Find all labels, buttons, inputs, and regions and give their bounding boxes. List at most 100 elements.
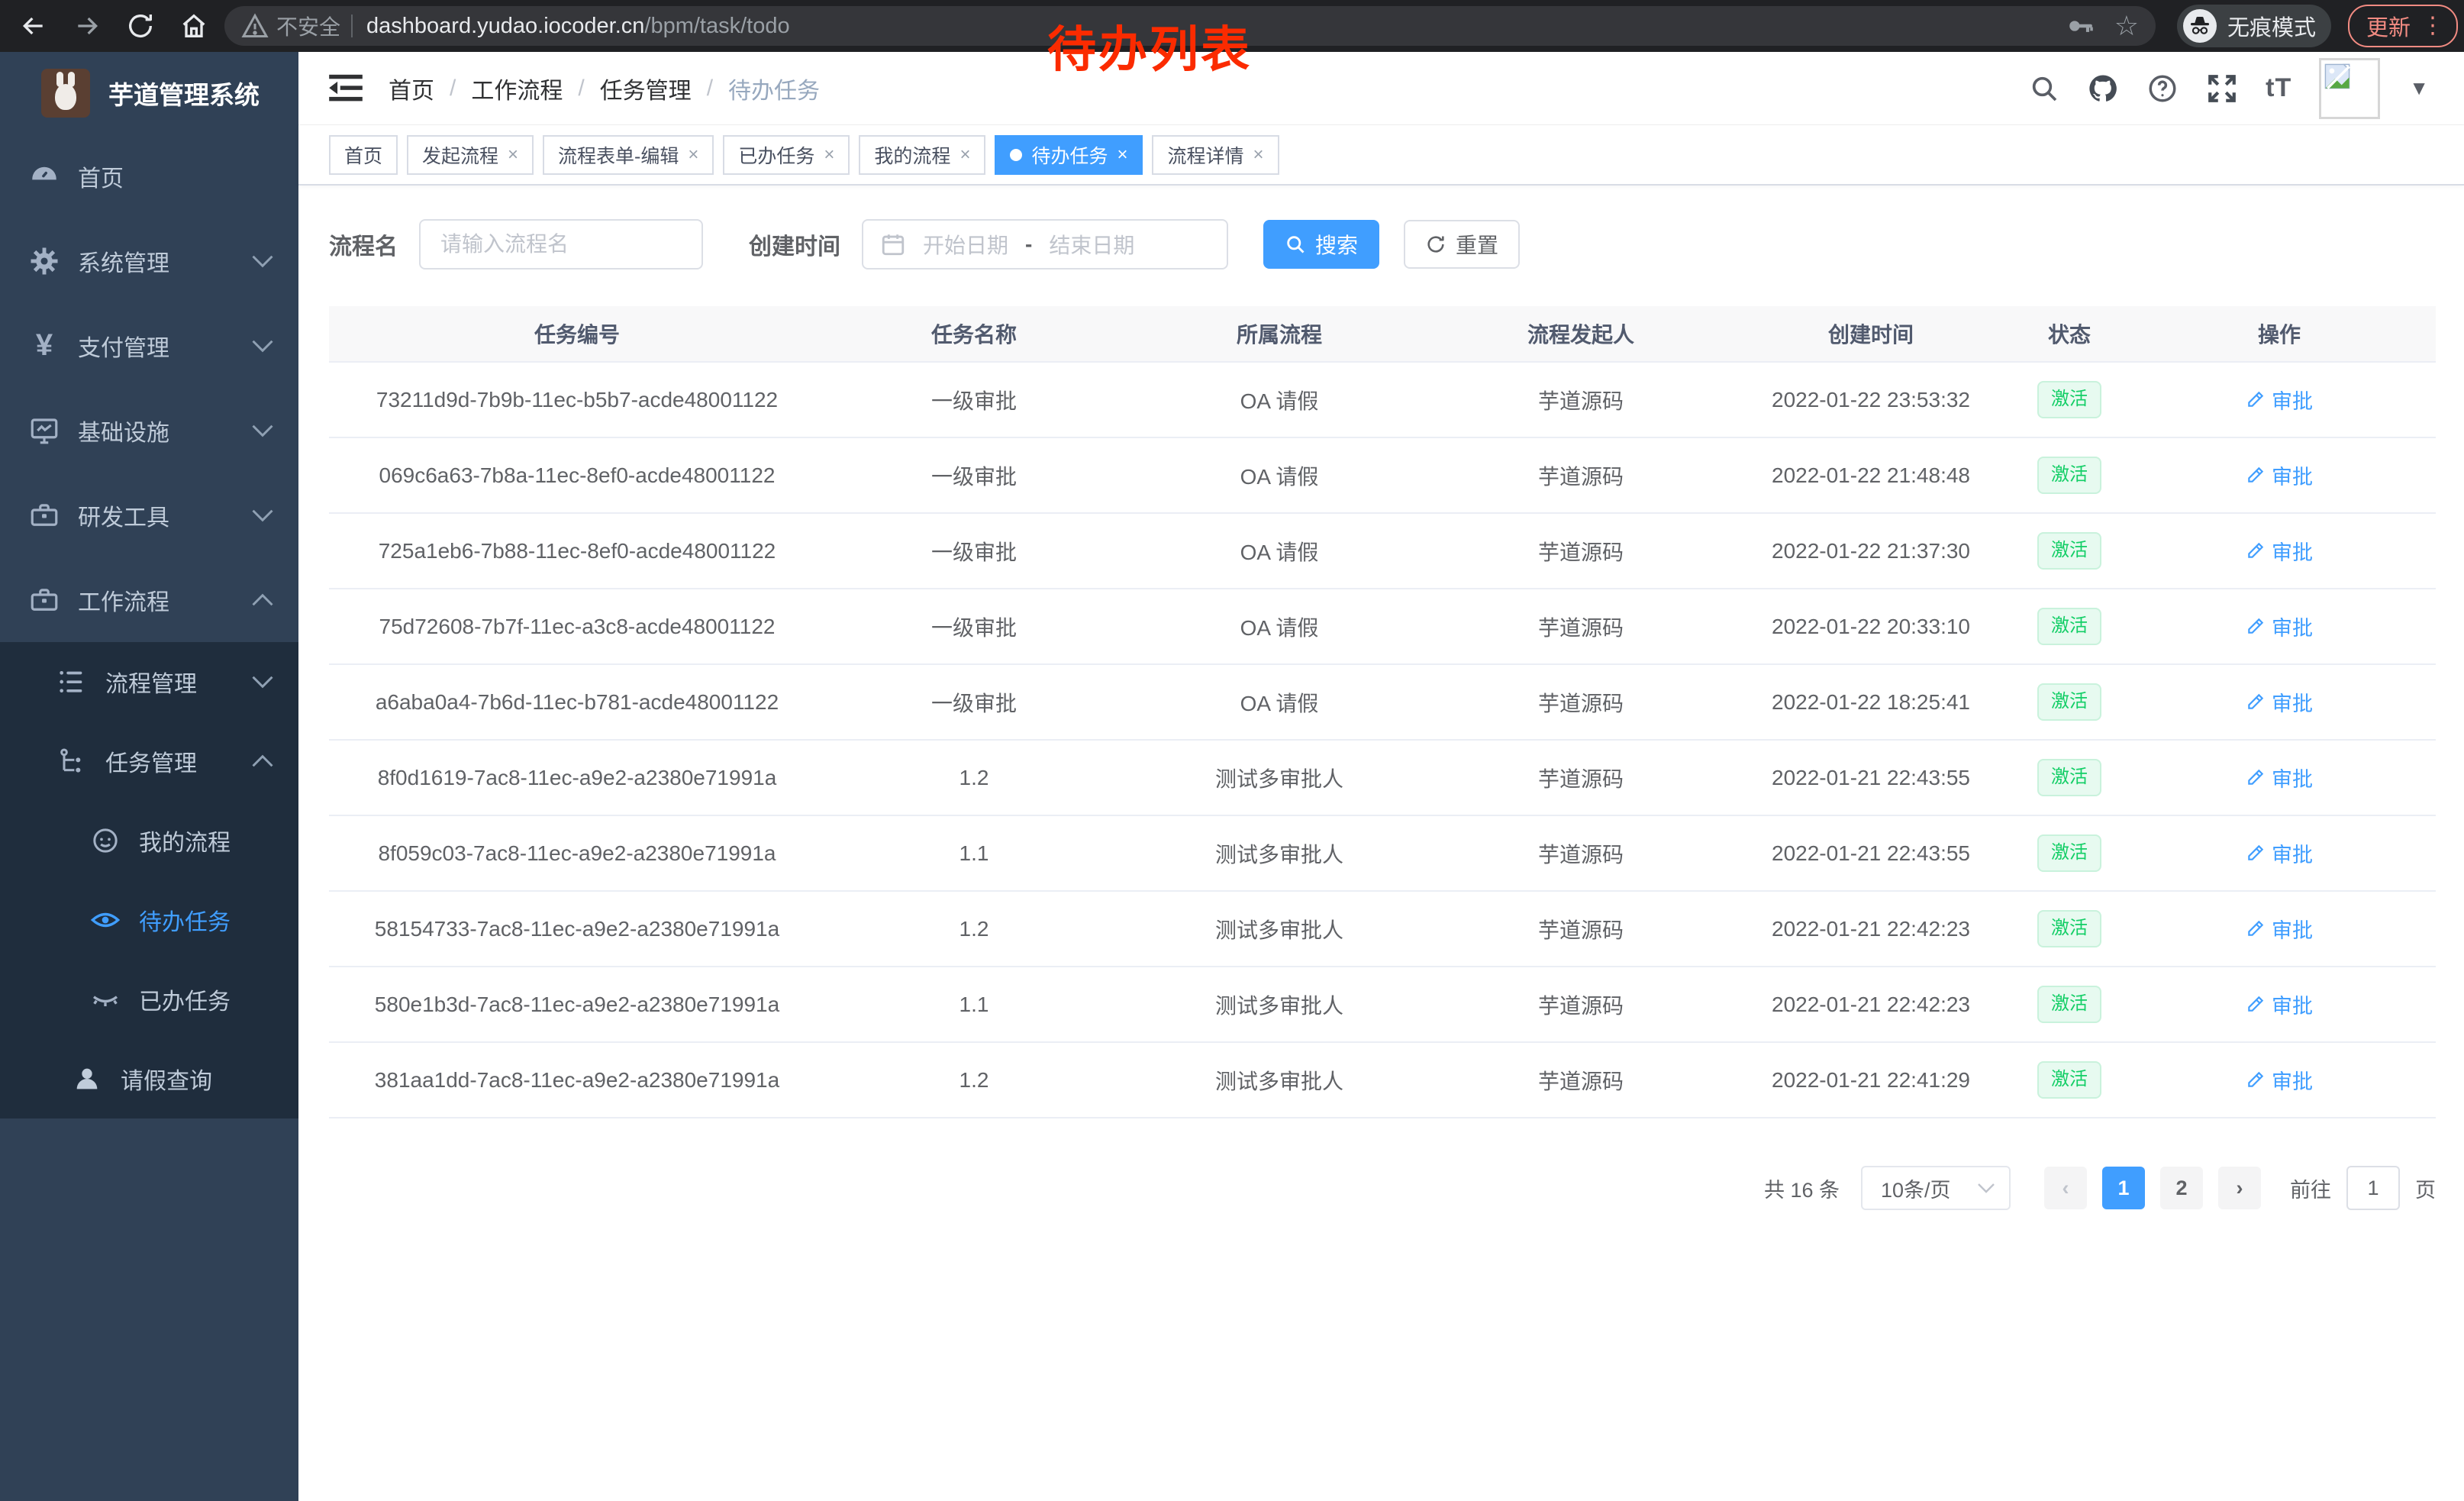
font-size-icon[interactable]: tT [2266, 73, 2291, 103]
page-button-1[interactable]: 1 [2102, 1167, 2145, 1209]
sidebar-item-label: 请假查询 [121, 1062, 212, 1096]
close-icon[interactable]: × [1253, 146, 1264, 164]
browser-forward-button[interactable] [70, 9, 104, 43]
tab-start-process[interactable]: 发起流程 × [407, 135, 534, 175]
end-date-placeholder: 结束日期 [1049, 229, 1134, 260]
table-row: 8f059c03-7ac8-11ec-a9e2-a2380e71991a 1.1… [329, 816, 2436, 892]
header-actions: tT ▼ [2029, 58, 2429, 119]
approve-link[interactable]: 审批 [2246, 763, 2313, 792]
sidebar-item-done-tasks[interactable]: 已办任务 [0, 960, 298, 1039]
approve-link[interactable]: 审批 [2246, 385, 2313, 415]
process-name-input[interactable] [419, 219, 703, 270]
help-icon[interactable] [2146, 73, 2179, 105]
sidebar-item-todo-tasks[interactable]: 待办任务 [0, 880, 298, 960]
table-row: 580e1b3d-7ac8-11ec-a9e2-a2380e71991a 1.1… [329, 967, 2436, 1043]
column-header: 任务名称 [825, 318, 1123, 349]
sidebar-item-workflow[interactable]: 工作流程 [0, 557, 298, 642]
browser-back-button[interactable] [17, 9, 50, 43]
search-button[interactable]: 搜索 [1263, 220, 1379, 269]
browser-menu-icon[interactable]: ⋮ [2421, 15, 2444, 37]
chevron-down-icon [251, 508, 274, 523]
column-header: 创建时间 [1726, 318, 2016, 349]
tab-done-tasks[interactable]: 已办任务 × [723, 135, 850, 175]
monitor-icon [27, 415, 61, 447]
sidebar-item-system[interactable]: 系统管理 [0, 218, 298, 303]
chevron-up-icon [251, 754, 274, 769]
sidebar-item-home[interactable]: 首页 [0, 134, 298, 218]
approve-link[interactable]: 审批 [2246, 536, 2313, 566]
approve-link[interactable]: 审批 [2246, 838, 2313, 868]
date-separator: - [1025, 232, 1032, 257]
org-tree-icon [55, 746, 89, 776]
browser-home-button[interactable] [177, 9, 211, 43]
content-area: 流程名 创建时间 开始日期 - 结束日期 搜索 [298, 186, 2464, 1501]
search-icon[interactable] [2029, 73, 2059, 104]
breadcrumb-home[interactable]: 首页 [389, 72, 434, 105]
approve-link[interactable]: 审批 [2246, 914, 2313, 944]
omnibox-divider [351, 15, 353, 37]
goto-page-input[interactable] [2346, 1166, 2400, 1210]
sidebar-item-leave-query[interactable]: 请假查询 [0, 1039, 298, 1118]
sidebar-item-label: 支付管理 [78, 329, 169, 363]
approve-link[interactable]: 审批 [2246, 612, 2313, 641]
close-icon[interactable]: × [1117, 146, 1127, 164]
github-icon[interactable] [2087, 73, 2119, 105]
sidebar: 芋道管理系统 首页 系统管理 ¥ 支付管理 基础设施 [0, 52, 298, 1501]
table-header-row: 任务编号 任务名称 所属流程 流程发起人 创建时间 状态 操作 [329, 306, 2436, 363]
tab-home[interactable]: 首页 [329, 135, 398, 175]
reset-button[interactable]: 重置 [1404, 220, 1520, 269]
browser-nav-buttons [0, 9, 224, 43]
tab-todo-tasks[interactable]: 待办任务 × [995, 135, 1143, 175]
person-icon [70, 1064, 104, 1094]
avatar-caret-icon[interactable]: ▼ [2409, 76, 2429, 100]
table-row: a6aba0a4-7b6d-11ec-b781-acde48001122 一级审… [329, 665, 2436, 741]
breadcrumb-task-management[interactable]: 任务管理 [600, 72, 692, 105]
eye-open-icon [89, 905, 122, 935]
page-size-select[interactable]: 10条/页 [1861, 1166, 2011, 1210]
close-icon[interactable]: × [959, 146, 970, 164]
chevron-down-icon [1977, 1182, 1995, 1194]
table-row: 75d72608-7b7f-11ec-a3c8-acde48001122 一级审… [329, 589, 2436, 665]
sidebar-item-my-process[interactable]: 我的流程 [0, 801, 298, 880]
tab-my-process[interactable]: 我的流程 × [859, 135, 985, 175]
tag-tabs-bar: 首页 发起流程 × 流程表单-编辑 × 已办任务 × 我的流程 × 待办任务 × [298, 125, 2464, 186]
avatar[interactable] [2319, 58, 2380, 119]
sidebar-item-dev-tools[interactable]: 研发工具 [0, 473, 298, 557]
sidebar-item-infrastructure[interactable]: 基础设施 [0, 388, 298, 473]
tab-process-detail[interactable]: 流程详情 × [1152, 135, 1279, 175]
prev-page-button[interactable]: ‹ [2044, 1167, 2087, 1209]
sidebar-item-process-management[interactable]: 流程管理 [0, 642, 298, 721]
approve-link[interactable]: 审批 [2246, 989, 2313, 1019]
sidebar-collapse-icon[interactable] [329, 73, 363, 104]
update-button[interactable]: 更新 ⋮ [2348, 5, 2458, 47]
next-page-button[interactable]: › [2218, 1167, 2261, 1209]
url-host: dashboard.yudao.iocoder.cn [366, 14, 644, 38]
date-range-picker[interactable]: 开始日期 - 结束日期 [862, 219, 1228, 270]
approve-link[interactable]: 审批 [2246, 460, 2313, 490]
approve-link[interactable]: 审批 [2246, 1065, 2313, 1095]
approve-link[interactable]: 审批 [2246, 687, 2313, 717]
status-badge: 激活 [2037, 381, 2101, 418]
sidebar-item-payment[interactable]: ¥ 支付管理 [0, 303, 298, 388]
bookmark-star-icon[interactable]: ☆ [2114, 12, 2139, 40]
pagination: 共 16 条 10条/页 ‹ 1 2 › 前往 页 [329, 1166, 2436, 1210]
fullscreen-icon[interactable] [2206, 73, 2238, 105]
table-row: 381aa1dd-7ac8-11ec-a9e2-a2380e71991a 1.2… [329, 1043, 2436, 1118]
eye-closed-icon [89, 984, 122, 1015]
browser-reload-button[interactable] [124, 9, 157, 43]
app-header: 首页 / 工作流程 / 任务管理 / 待办任务 [298, 52, 2464, 125]
refresh-icon [1425, 234, 1446, 255]
filter-bar: 流程名 创建时间 开始日期 - 结束日期 搜索 [329, 219, 2439, 270]
page-unit-label: 页 [2415, 1173, 2436, 1203]
sidebar-item-task-management[interactable]: 任务管理 [0, 721, 298, 801]
saved-passwords-key-icon[interactable] [2066, 11, 2095, 40]
close-icon[interactable]: × [508, 146, 518, 164]
close-icon[interactable]: × [688, 146, 698, 164]
close-icon[interactable]: × [824, 146, 834, 164]
page-button-2[interactable]: 2 [2160, 1167, 2203, 1209]
chevron-down-icon [251, 423, 274, 438]
url-path: /bpm/task/todo [644, 14, 789, 38]
tab-process-form-edit[interactable]: 流程表单-编辑 × [543, 135, 714, 175]
total-count: 共 16 条 [1764, 1173, 1840, 1203]
breadcrumb-workflow[interactable]: 工作流程 [471, 72, 563, 105]
